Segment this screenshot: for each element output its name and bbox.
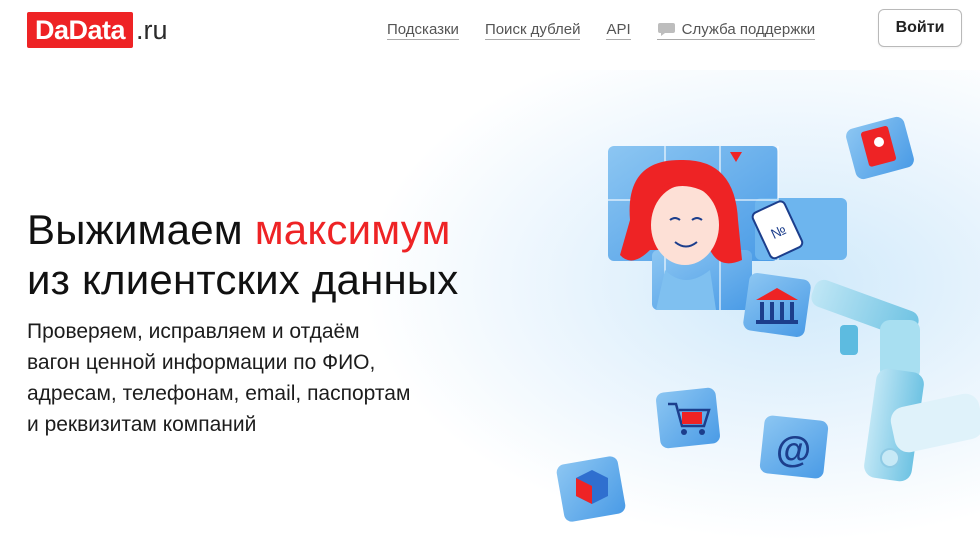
hero-title-accent: максимум <box>254 206 451 253</box>
main-nav: Подсказки Поиск дублей API Служба поддер… <box>387 21 841 40</box>
at-sign-icon: @ <box>759 415 829 479</box>
hero-title-part1: Выжимаем <box>27 206 255 253</box>
chat-bubble-icon <box>657 23 675 36</box>
nav-link-api[interactable]: API <box>606 21 631 40</box>
svg-text:@: @ <box>776 429 811 470</box>
logo-brand: DaData <box>27 12 134 48</box>
login-button[interactable]: Войти <box>878 9 962 47</box>
logo-tld: .ru <box>136 14 168 45</box>
hero-title: Выжимаем максимум из клиентских данных <box>27 205 458 305</box>
hero-subtitle-line: Проверяем, исправляем и отдаём <box>27 320 360 343</box>
puzzle-portrait-icon <box>608 146 847 310</box>
parcel-icon <box>556 456 626 522</box>
bank-icon <box>743 273 811 337</box>
nav-link-duplicates[interactable]: Поиск дублей <box>484 21 581 40</box>
dadata-logo[interactable]: DaData .ru <box>27 12 168 48</box>
hero-title-line2: из клиентских данных <box>27 256 459 303</box>
hero-subtitle-line: и реквизитам компаний <box>27 413 257 436</box>
shopping-cart-icon <box>656 387 720 449</box>
hero-illustration: № @ <box>556 116 980 522</box>
passport-icon <box>846 116 914 180</box>
site-header: DaData .ru Подсказки Поиск дублей API Сл… <box>0 0 980 60</box>
nav-link-support[interactable]: Служба поддержки <box>656 21 816 40</box>
nav-link-support-label: Служба поддержки <box>681 21 816 38</box>
hero-subtitle: Проверяем, исправляем и отдаём вагон цен… <box>27 316 497 440</box>
hero-subtitle-line: адресам, телефонам, email, паспортам <box>27 382 411 405</box>
robot-arm-icon <box>811 279 980 482</box>
nav-link-suggestions[interactable]: Подсказки <box>387 21 459 40</box>
hero-subtitle-line: вагон ценной информации по ФИО, <box>27 351 376 374</box>
